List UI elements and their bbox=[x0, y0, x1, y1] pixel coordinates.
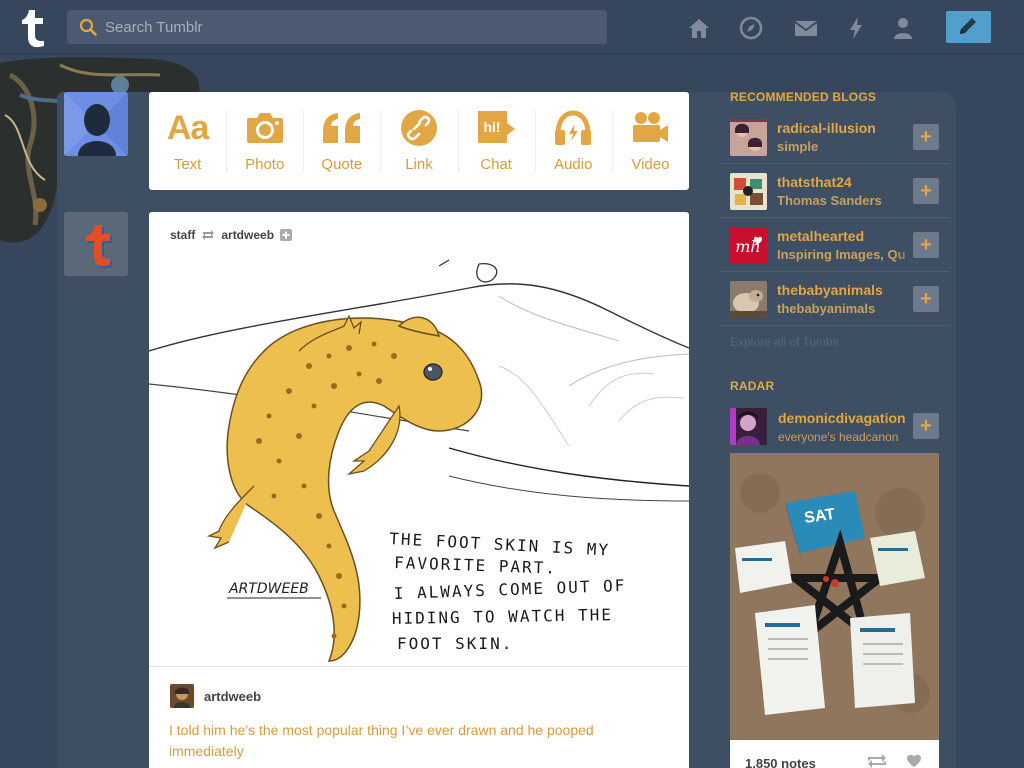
blog-subtitle: Thomas Sanders bbox=[777, 193, 882, 208]
explore-link[interactable]: Explore all of Tumblr bbox=[730, 335, 839, 349]
pencil-icon bbox=[960, 18, 976, 34]
compose-button[interactable] bbox=[946, 11, 991, 43]
search-box[interactable] bbox=[67, 10, 607, 44]
blog-name[interactable]: radical-illusion bbox=[777, 120, 876, 136]
blog-avatar[interactable] bbox=[730, 173, 767, 210]
follow-button[interactable]: + bbox=[913, 286, 939, 312]
blog-avatar[interactable] bbox=[730, 281, 767, 318]
radar-blog-name[interactable]: demonicdivagation bbox=[778, 410, 906, 426]
recommended-blog-item[interactable]: radical-illusion simple + bbox=[720, 110, 950, 164]
post-type-label: Photo bbox=[245, 156, 285, 173]
post-header: staff artdweeb bbox=[170, 228, 293, 242]
post-type-label: Chat bbox=[480, 156, 512, 173]
recommended-blog-item[interactable]: thatsthat24 Thomas Sanders + bbox=[720, 164, 950, 218]
blog-subtitle: Inspiring Images, Qu bbox=[777, 247, 906, 262]
tumblr-logo-icon[interactable] bbox=[16, 6, 50, 48]
link-icon bbox=[400, 110, 437, 146]
follow-button[interactable]: + bbox=[913, 178, 939, 204]
post-type-label: Text bbox=[173, 156, 202, 173]
post-caption: I told him he’s the most popular thing I… bbox=[169, 722, 594, 759]
text-icon: Aa bbox=[166, 109, 209, 147]
follow-button[interactable]: + bbox=[913, 124, 939, 150]
inbox-icon[interactable] bbox=[793, 15, 819, 41]
radar-blog-item[interactable]: demonicdivagation everyone's headcanon + bbox=[720, 405, 950, 451]
post-type-bar: Aa Text Photo Quote Link hi! Chat Audio … bbox=[149, 92, 689, 190]
blog-avatar[interactable] bbox=[730, 119, 767, 156]
post-type-label: Video bbox=[631, 156, 670, 173]
post-type-text[interactable]: Aa Text bbox=[149, 92, 226, 190]
post-type-photo[interactable]: Photo bbox=[226, 92, 303, 190]
post-type-quote[interactable]: Quote bbox=[303, 92, 380, 190]
post-type-label: Quote bbox=[321, 156, 363, 173]
reblog-icon[interactable] bbox=[866, 754, 888, 768]
post-divider bbox=[149, 666, 689, 667]
post-type-label: Link bbox=[405, 156, 433, 173]
blog-name[interactable]: metalhearted bbox=[777, 228, 864, 244]
recommended-blogs-title: RECOMMENDED BLOGS bbox=[730, 90, 877, 104]
reblog-icon bbox=[202, 230, 215, 240]
post-image[interactable]: ARTDWEEB THE FOOT SKIN IS MY FAVORITE PA… bbox=[149, 256, 689, 666]
post-type-label: Audio bbox=[554, 156, 593, 173]
blog-name[interactable]: thebabyanimals bbox=[777, 282, 883, 298]
blog-subtitle: thebabyanimals bbox=[777, 301, 876, 316]
blog-name[interactable]: thatsthat24 bbox=[777, 174, 852, 190]
notes-count[interactable]: 1,850 notes bbox=[745, 756, 816, 768]
post-type-link[interactable]: Link bbox=[380, 92, 457, 190]
recommended-blogs-list: radical-illusion simple + thatsthat24 Th… bbox=[720, 110, 950, 326]
my-avatar[interactable] bbox=[64, 92, 128, 156]
post-type-chat[interactable]: hi! Chat bbox=[457, 92, 535, 190]
video-camera-icon bbox=[633, 112, 669, 142]
headphones-icon bbox=[555, 110, 592, 145]
activity-icon[interactable] bbox=[843, 15, 869, 41]
reblogger-name[interactable]: staff bbox=[170, 228, 195, 242]
radar-blog-subtitle: everyone's headcanon bbox=[778, 430, 899, 444]
follow-plus-icon[interactable] bbox=[280, 229, 293, 241]
like-heart-icon[interactable] bbox=[904, 754, 924, 768]
radar-post-footer: 1,850 notes bbox=[730, 740, 939, 768]
recommended-blog-item[interactable]: mh metalhearted Inspiring Images, Qu + bbox=[720, 218, 950, 272]
radar-blog-avatar[interactable] bbox=[730, 408, 767, 445]
explore-icon[interactable] bbox=[738, 15, 764, 41]
follow-button[interactable]: + bbox=[913, 413, 939, 439]
recommended-blog-item[interactable]: thebabyanimals thebabyanimals + bbox=[720, 272, 950, 326]
source-blog-name[interactable]: artdweeb bbox=[221, 228, 274, 242]
staff-avatar[interactable] bbox=[64, 212, 128, 276]
caption-author-name[interactable]: artdweeb bbox=[204, 689, 261, 704]
follow-button[interactable]: + bbox=[913, 232, 939, 258]
chat-icon: hi! bbox=[478, 111, 516, 143]
blog-subtitle: simple bbox=[777, 139, 819, 154]
home-icon[interactable] bbox=[686, 15, 712, 41]
account-icon[interactable] bbox=[890, 15, 916, 41]
radar-photo[interactable]: SAT bbox=[730, 453, 939, 740]
post-card: staff artdweeb ARTDWEEB THE FOOT SKIN IS… bbox=[149, 212, 689, 768]
search-input[interactable] bbox=[105, 10, 595, 44]
handwritten-line-4: HIDING TO WATCH THE bbox=[392, 605, 613, 628]
post-type-video[interactable]: Video bbox=[611, 92, 689, 190]
quote-icon bbox=[322, 113, 360, 143]
top-bar bbox=[0, 0, 1024, 54]
search-icon bbox=[79, 18, 97, 36]
svg-text:hi!: hi! bbox=[484, 119, 501, 135]
signature-text: ARTDWEEB bbox=[228, 581, 309, 597]
post-type-audio[interactable]: Audio bbox=[534, 92, 612, 190]
caption-author-avatar[interactable] bbox=[170, 684, 194, 708]
blog-avatar[interactable]: mh bbox=[730, 227, 767, 264]
handwritten-line-5: FOOT SKIN. bbox=[397, 634, 513, 653]
radar-title: RADAR bbox=[730, 379, 775, 393]
camera-icon bbox=[246, 113, 283, 143]
